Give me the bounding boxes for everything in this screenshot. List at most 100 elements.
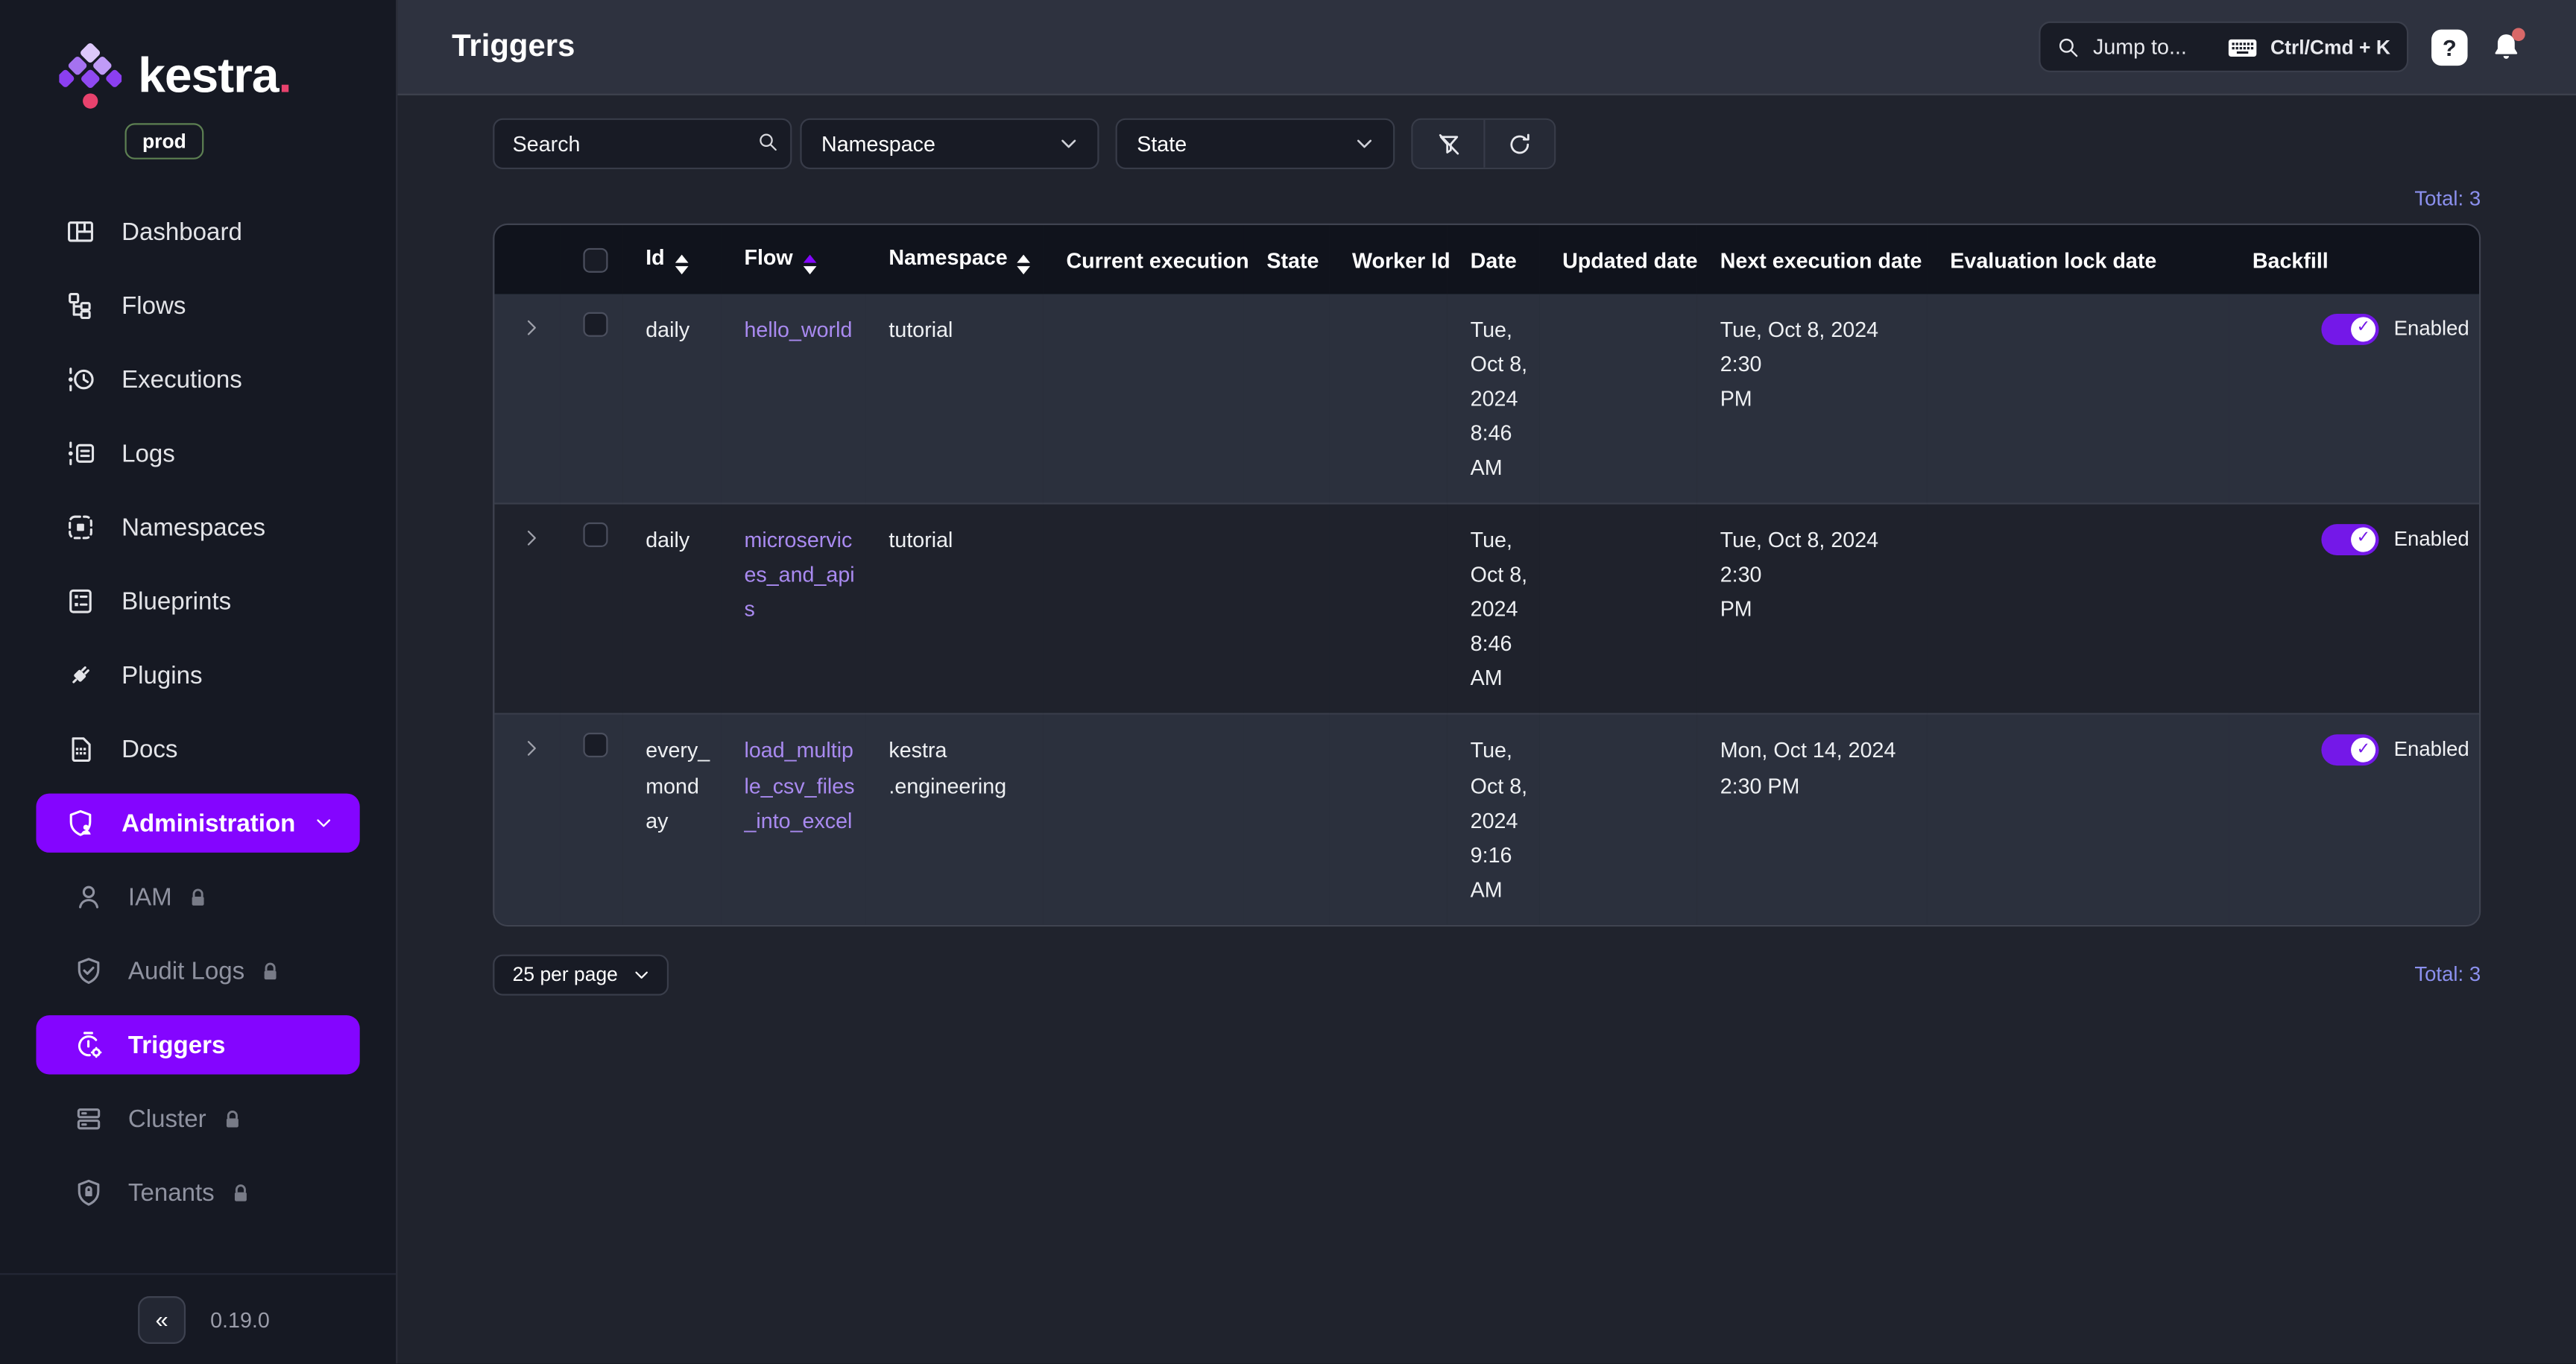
search-icon (757, 131, 779, 161)
state-filter-select[interactable]: State (1116, 119, 1395, 169)
sidebar-item-plugins[interactable]: Plugins (36, 645, 359, 704)
sidebar-item-label: Executions (121, 365, 242, 393)
column-header-id[interactable]: Id (622, 225, 721, 294)
row-checkbox[interactable] (583, 733, 607, 758)
toggle-check-icon: ✓ (2351, 738, 2375, 762)
cell-date: Tue, Oct 8, 2024 9:16 AM (1448, 715, 1539, 925)
column-header-state: State (1244, 225, 1330, 294)
table-row: daily microservic es_and_api s tutorial … (494, 504, 2481, 715)
sidebar-item-label: Plugins (121, 661, 202, 689)
table-header-row: Id Flow Namespace Current execution Stat… (494, 225, 2481, 294)
sidebar-item-audit-logs[interactable]: Audit Logs (36, 941, 359, 1000)
cell-evaluation-lock-date (1927, 715, 2229, 925)
column-header-date: Date (1448, 225, 1539, 294)
collapse-sidebar-button[interactable]: « (138, 1295, 186, 1343)
version-label: 0.19.0 (210, 1307, 270, 1331)
lock-icon (259, 960, 281, 982)
sidebar-item-flows[interactable]: Flows (36, 276, 359, 335)
cell-namespace: kestra .engineering (866, 715, 1044, 925)
jump-to-label: Jump to... (2093, 34, 2214, 59)
cell-date: Tue, Oct 8, 2024 8:46 AM (1448, 294, 1539, 505)
sidebar-footer: « 0.19.0 (0, 1273, 396, 1363)
column-header-evaluation-lock-date: Evaluation lock date (1927, 225, 2229, 294)
cell-id: daily (622, 504, 721, 715)
keyboard-icon (2228, 32, 2258, 62)
sidebar-item-iam[interactable]: IAM (36, 868, 359, 926)
sidebar-item-docs[interactable]: Docs (36, 719, 359, 778)
cell-state (1244, 715, 1330, 925)
sidebar-item-label: Blueprints (121, 587, 231, 615)
topbar: Triggers Jump to... Ctrl/Cmd + K ? (397, 0, 2576, 95)
expand-row-button[interactable] (521, 739, 543, 760)
sidebar-item-namespaces[interactable]: Namespaces (36, 498, 359, 557)
cell-state (1244, 294, 1330, 505)
sidebar-item-administration[interactable]: Administration (36, 794, 359, 853)
cell-worker-id (1329, 715, 1448, 925)
sidebar-item-label: Audit Logs (128, 957, 244, 985)
sidebar-item-logs[interactable]: Logs (36, 424, 359, 483)
sidebar-item-label: Cluster (128, 1105, 206, 1132)
row-checkbox[interactable] (583, 312, 607, 337)
sidebar-item-triggers[interactable]: Triggers (36, 1015, 359, 1074)
namespace-filter-select[interactable]: Namespace (800, 119, 1099, 169)
clear-filters-button[interactable] (1413, 120, 1484, 168)
jump-to-search[interactable]: Jump to... Ctrl/Cmd + K (2039, 22, 2408, 72)
shortcut-label: Ctrl/Cmd + K (2270, 35, 2390, 58)
cell-evaluation-lock-date (1927, 294, 2229, 505)
executions-icon (66, 364, 95, 394)
sidebar-item-label: IAM (128, 883, 172, 911)
sidebar-item-executions[interactable]: Executions (36, 350, 359, 408)
sidebar: kestra. prod Dashboard Flows Executions … (0, 0, 397, 1363)
sidebar-item-label: Logs (121, 440, 175, 467)
cell-next-execution-date: Tue, Oct 8, 2024 2:30 PM (1697, 294, 1928, 505)
search-icon (2057, 35, 2080, 58)
flow-link[interactable]: microservic es_and_api s (744, 528, 854, 622)
brand-name: kestra. (138, 49, 291, 105)
sidebar-item-dashboard[interactable]: Dashboard (36, 202, 359, 261)
sidebar-item-tenants[interactable]: Tenants (36, 1163, 359, 1222)
cell-worker-id (1329, 294, 1448, 505)
blueprints-icon (66, 587, 95, 616)
refresh-button[interactable] (1483, 120, 1554, 168)
expand-row-button[interactable] (521, 528, 543, 549)
content: Namespace State Total: 3 (397, 95, 2576, 1364)
cell-namespace: tutorial (866, 294, 1044, 505)
expand-row-button[interactable] (521, 317, 543, 338)
refresh-icon (1506, 130, 1532, 157)
lock-icon (221, 1108, 242, 1130)
per-page-select[interactable]: 25 per page (493, 954, 669, 995)
column-header-namespace[interactable]: Namespace (866, 225, 1044, 294)
chevron-down-icon (312, 812, 335, 835)
cell-current-execution (1044, 504, 1244, 715)
column-header-next-execution-date: Next execution date (1697, 225, 1928, 294)
sidebar-item-cluster[interactable]: Cluster (36, 1089, 359, 1148)
flows-icon (66, 291, 95, 321)
shield-account-icon (66, 808, 95, 838)
select-all-checkbox[interactable] (583, 247, 607, 272)
flow-link[interactable]: hello_world (744, 317, 852, 341)
cell-current-execution (1044, 294, 1244, 505)
backfill-toggle[interactable]: ✓ (2322, 524, 2379, 555)
shield-lock-icon (74, 1178, 104, 1207)
sidebar-nav: Dashboard Flows Executions Logs Namespac… (0, 202, 396, 1222)
flow-link[interactable]: load_multip le_csv_files _into_excel (744, 739, 854, 833)
pagination-bar: 25 per page Total: 3 (493, 954, 2481, 995)
search-input[interactable] (493, 119, 792, 169)
environment-badge: prod (124, 123, 204, 159)
chevron-down-icon (1352, 131, 1377, 156)
backfill-toggle[interactable]: ✓ (2322, 734, 2379, 765)
toggle-check-icon: ✓ (2351, 317, 2375, 341)
column-header-flow[interactable]: Flow (722, 225, 866, 294)
triggers-table-card: Id Flow Namespace Current execution Stat… (493, 224, 2481, 926)
sidebar-item-label: Triggers (128, 1031, 225, 1058)
help-button[interactable]: ? (2431, 29, 2467, 65)
sidebar-item-blueprints[interactable]: Blueprints (36, 572, 359, 631)
row-checkbox[interactable] (583, 522, 607, 547)
column-header-backfill: Backfill (2229, 225, 2481, 294)
brand-logo[interactable]: kestra. (0, 0, 396, 112)
cell-state (1244, 504, 1330, 715)
notifications-button[interactable] (2490, 31, 2523, 63)
backfill-toggle[interactable]: ✓ (2322, 313, 2379, 344)
backfill-state-label: Enabled (2394, 312, 2469, 346)
cell-current-execution (1044, 715, 1244, 925)
